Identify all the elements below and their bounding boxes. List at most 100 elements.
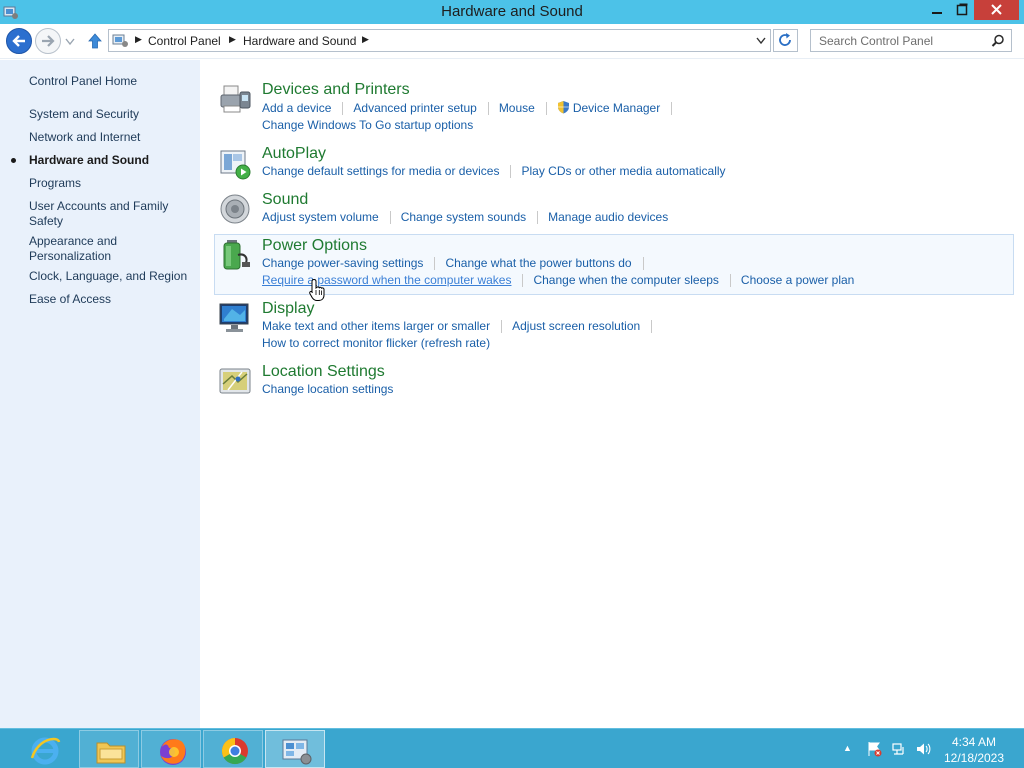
printer-icon [220,85,251,113]
action-center-icon[interactable] [866,741,882,757]
arrow-right-icon [42,35,55,47]
change-power-buttons-link[interactable]: Change what the power buttons do [445,256,631,270]
control-panel-home-link[interactable]: Control Panel Home [29,74,137,88]
speaker-icon [220,194,250,224]
link-separator [510,165,512,179]
search-box[interactable] [810,29,1012,52]
control-panel-icon [282,739,312,765]
category-location-settings: Location Settings Change location settin… [214,360,1014,402]
window-title: Hardware and Sound [441,3,583,20]
link-row: Change Windows To Go startup options [262,118,473,134]
change-when-computer-sleeps-link[interactable]: Change when the computer sleeps [533,273,718,287]
category-title[interactable]: Power Options [262,237,367,255]
adjust-system-volume-link[interactable]: Adjust system volume [262,210,379,224]
restore-button[interactable] [950,0,974,20]
link-row: Make text and other items larger or smal… [262,319,662,335]
link-row: Add a device Advanced printer setup Mouse D… [262,100,682,116]
make-text-larger-link[interactable]: Make text and other items larger or smal… [262,319,490,333]
breadcrumb-hardware-and-sound[interactable]: Hardware and Sound [243,34,356,48]
sidebar-item-ease-of-access[interactable]: Ease of Access [29,292,194,307]
sidebar-item-user-accounts-and-family-safety[interactable]: User Accounts and Family Safety [29,199,194,229]
advanced-printer-setup-link[interactable]: Advanced printer setup [353,101,476,115]
category-title[interactable]: Devices and Printers [262,81,410,99]
mouse-link[interactable]: Mouse [499,101,535,115]
link-separator [545,102,547,116]
link-separator [522,274,524,288]
change-power-saving-settings-link[interactable]: Change power-saving settings [262,256,423,270]
change-default-settings-link[interactable]: Change default settings for media or dev… [262,164,499,178]
minimize-button[interactable] [925,0,949,20]
search-input[interactable] [811,30,989,51]
sidebar-item-hardware-and-sound[interactable]: Hardware and Sound [29,153,194,168]
taskbar-firefox[interactable] [141,730,201,768]
link-separator [537,211,539,225]
left-navigation-pane: Control Panel Home System and Security N… [0,60,200,728]
close-icon [991,4,1002,15]
link-separator [342,102,344,116]
monitor-icon [219,303,249,332]
category-title[interactable]: AutoPlay [262,145,326,163]
sidebar-item-programs[interactable]: Programs [29,176,194,191]
clock[interactable]: 4:34 AM 12/18/2023 [936,734,1012,766]
map-icon [219,368,251,394]
category-autoplay: AutoPlay Change default settings for med… [214,142,1014,184]
manage-audio-devices-link[interactable]: Manage audio devices [548,210,668,224]
chrome-icon [221,737,248,765]
change-location-settings-link[interactable]: Change location settings [262,382,393,396]
add-a-device-link[interactable]: Add a device [262,101,331,115]
chevron-down-icon[interactable] [754,33,768,48]
restore-icon [956,3,968,16]
category-title[interactable]: Display [262,300,314,318]
address-bar[interactable]: ▶ Control Panel ▶ Hardware and Sound ▶ [108,29,771,52]
link-separator [487,102,489,116]
breadcrumb-separator-icon[interactable]: ▶ [362,34,369,45]
battery-icon [223,240,250,270]
require-password-on-wake-link[interactable]: Require a password when the computer wak… [262,273,511,287]
sidebar-item-clock-language-and-region[interactable]: Clock, Language, and Region [29,269,194,284]
taskbar-control-panel[interactable] [265,730,325,768]
refresh-icon [779,33,791,46]
category-title[interactable]: Sound [262,191,308,209]
back-button[interactable] [6,28,32,54]
arrow-left-icon [12,35,25,47]
taskbar: ▲ 4:34 AM 12/18/2023 [0,728,1024,768]
search-icon[interactable] [991,34,1005,48]
up-arrow-icon[interactable] [86,32,104,50]
taskbar-internet-explorer[interactable] [14,730,74,768]
change-windows-to-go-startup-options-link[interactable]: Change Windows To Go startup options [262,118,473,132]
link-row: Require a password when the computer wak… [262,273,854,289]
category-title[interactable]: Location Settings [262,363,385,381]
breadcrumb-separator-icon[interactable]: ▶ [229,34,236,45]
link-row: Adjust system volume Change system sounds… [262,210,668,226]
adjust-screen-resolution-link[interactable]: Adjust screen resolution [512,319,640,333]
recent-locations-icon[interactable] [64,36,76,48]
monitor-flicker-link[interactable]: How to correct monitor flicker (refresh … [262,336,490,350]
play-cds-automatically-link[interactable]: Play CDs or other media automatically [521,164,725,178]
category-devices-and-printers: Devices and Printers Add a device Advance… [214,78,1014,136]
link-row: Change location settings [262,382,393,398]
network-icon[interactable] [891,741,907,757]
firefox-icon [160,739,186,765]
volume-icon[interactable] [915,741,931,757]
autoplay-icon [220,150,251,180]
device-manager-link[interactable]: Device Manager [573,101,660,115]
sidebar-item-appearance-and-personalization[interactable]: Appearance and Personalization [29,234,194,264]
refresh-button[interactable] [773,29,798,52]
link-separator [434,257,436,271]
sidebar-item-network-and-internet[interactable]: Network and Internet [29,130,194,145]
sidebar-item-system-and-security[interactable]: System and Security [29,107,194,122]
title-bar: Hardware and Sound [0,0,1024,24]
breadcrumb-separator-icon[interactable]: ▶ [135,34,142,45]
hand-cursor-icon [309,278,325,301]
breadcrumb-control-panel[interactable]: Control Panel [148,34,221,48]
show-hidden-icons-button[interactable]: ▲ [843,743,852,753]
taskbar-chrome[interactable] [203,730,263,768]
file-explorer-icon [96,742,126,764]
choose-a-power-plan-link[interactable]: Choose a power plan [741,273,854,287]
link-separator [671,102,673,116]
link-row: Change power-saving settings Change what … [262,256,654,272]
close-button[interactable] [974,0,1019,20]
taskbar-file-explorer[interactable] [79,730,139,768]
forward-button[interactable] [35,28,61,54]
change-system-sounds-link[interactable]: Change system sounds [401,210,526,224]
